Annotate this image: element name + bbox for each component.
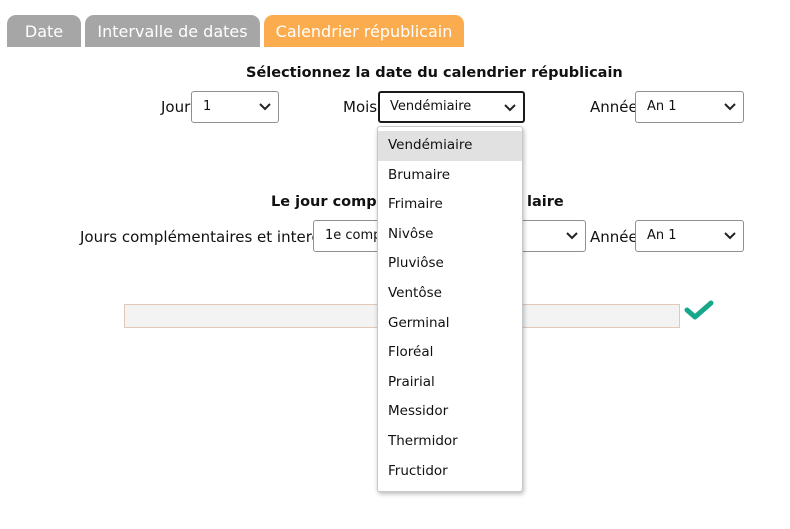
tab-calendrier-republicain[interactable]: Calendrier républicain (264, 15, 464, 47)
mois-option[interactable]: Messidor (378, 397, 522, 427)
jours-complementaires-select-value: 1e comp (325, 228, 382, 243)
mois-select-value: Vendémiaire (390, 99, 472, 114)
mois-option[interactable]: Thermidor (378, 427, 522, 457)
mois-option[interactable]: Pluviôse (378, 249, 522, 279)
annee-label: Année (590, 98, 638, 116)
mois-option[interactable]: Ventôse (378, 279, 522, 309)
jour-select-value: 1 (203, 99, 212, 114)
annee-label-2: Année (590, 228, 638, 246)
mois-option[interactable]: Brumaire (378, 161, 522, 191)
tab-intervalle-de-dates[interactable]: Intervalle de dates (85, 15, 260, 47)
mois-option[interactable]: Germinal (378, 309, 522, 339)
annee-select[interactable]: An 1 (635, 91, 744, 123)
jours-complementaires-label: Jours complémentaires et intercal (80, 228, 334, 246)
jour-select[interactable]: 1 (191, 91, 279, 123)
section-heading-date: Sélectionnez la date du calendrier répub… (246, 65, 623, 81)
mois-dropdown-list[interactable]: Vendémiaire Brumaire Frimaire Nivôse Plu… (377, 126, 523, 492)
annee-select-2-value: An 1 (647, 228, 677, 243)
checkmark-icon (684, 300, 714, 320)
chevron-down-icon (724, 232, 736, 240)
mois-label: Mois (343, 98, 378, 116)
mois-option[interactable]: Nivôse (378, 220, 522, 250)
chevron-down-icon (566, 232, 578, 240)
mois-option[interactable]: Fructidor (378, 457, 522, 487)
chevron-down-icon (259, 103, 271, 111)
mois-option[interactable]: Frimaire (378, 190, 522, 220)
tab-date[interactable]: Date (7, 15, 81, 47)
annee-select-2[interactable]: An 1 (635, 220, 744, 252)
mois-option[interactable]: Vendémiaire (378, 131, 522, 161)
jour-label: Jour (161, 98, 191, 116)
chevron-down-icon (504, 104, 516, 112)
mois-select[interactable]: Vendémiaire (378, 91, 525, 123)
mois-option[interactable]: Floréal (378, 338, 522, 368)
mois-option[interactable]: Prairial (378, 368, 522, 398)
section-heading-jour-complementaire-tail: laire (527, 194, 564, 210)
annee-select-value: An 1 (647, 99, 677, 114)
chevron-down-icon (724, 103, 736, 111)
section-heading-jour-complementaire: Le jour complé (271, 194, 392, 210)
